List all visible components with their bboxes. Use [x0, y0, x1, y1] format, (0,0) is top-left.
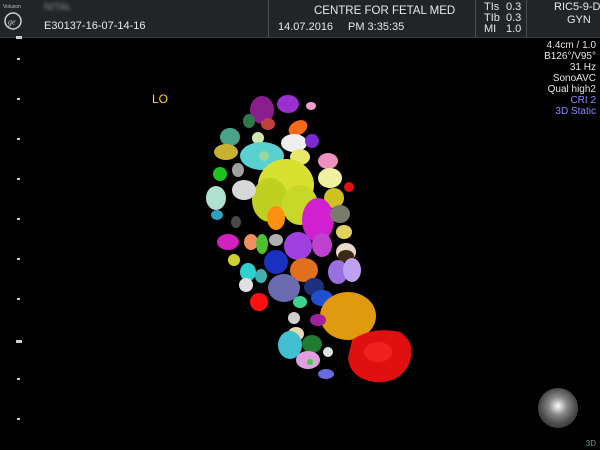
- follicle-render: [206, 95, 412, 383]
- orientation-sphere-icon[interactable]: [538, 388, 578, 428]
- corner-mark: 3D: [585, 439, 596, 448]
- follicle-cluster: [206, 95, 412, 383]
